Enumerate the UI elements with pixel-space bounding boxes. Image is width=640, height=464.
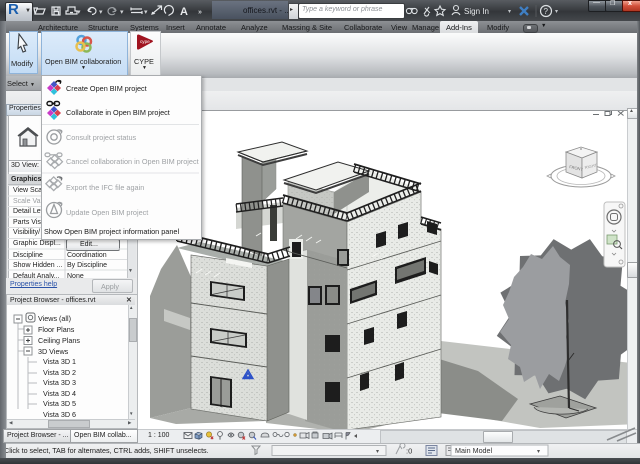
svg-text:▾: ▾ bbox=[120, 9, 124, 16]
svg-text:▾: ▾ bbox=[376, 449, 379, 455]
svg-text::0: :0 bbox=[406, 447, 412, 456]
svg-text:?: ? bbox=[544, 7, 549, 16]
svg-text:▾: ▾ bbox=[77, 9, 81, 16]
svg-text:»: » bbox=[198, 9, 202, 16]
svg-text:▾: ▾ bbox=[144, 9, 148, 16]
svg-text:▾: ▾ bbox=[508, 9, 511, 15]
svg-text:cype: cype bbox=[140, 39, 150, 44]
svg-text:Main Model: Main Model bbox=[455, 446, 493, 455]
svg-text:A: A bbox=[180, 6, 188, 18]
svg-text:Sign In: Sign In bbox=[464, 7, 489, 16]
svg-text:▾: ▾ bbox=[555, 9, 558, 15]
svg-text:▾: ▾ bbox=[537, 449, 540, 455]
svg-text:▾: ▾ bbox=[99, 9, 103, 16]
